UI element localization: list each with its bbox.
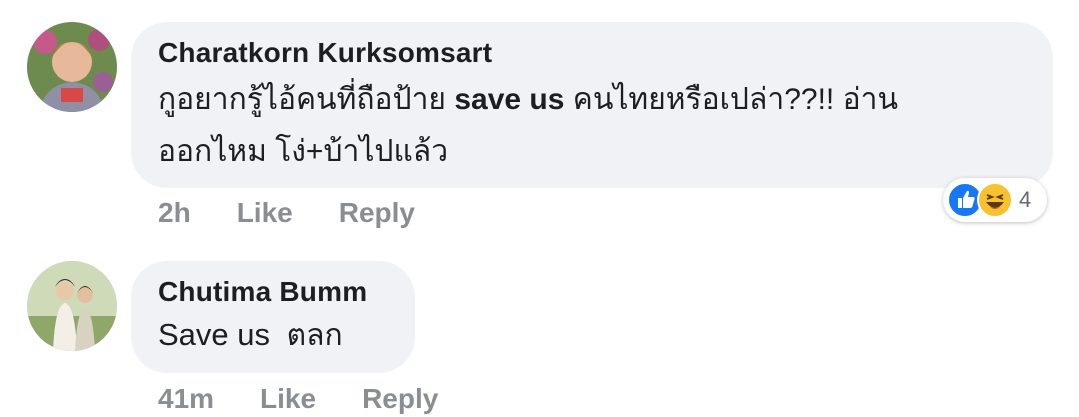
comment-bubble: Charatkorn Kurksomsart กูอยากรู้ไอ้คนที่… [131,22,1053,188]
haha-icon [977,182,1013,218]
comment-time[interactable]: 41m [158,383,214,415]
comment-text-part: Save us [158,317,271,352]
comment-text: กูอยากรู้ไอ้คนที่ถือป้าย save us คนไทยหร… [158,74,1027,178]
author-name[interactable]: Chutima Bumm [158,275,389,309]
like-button[interactable]: Like [260,383,316,415]
author-name[interactable]: Charatkorn Kurksomsart [158,36,1027,70]
comment-text-part: กูอยากรู้ไอ้คนที่ถือป้าย [158,83,455,116]
comment-actions: 2h Like Reply [158,195,415,231]
comment-actions: 41m Like Reply [158,381,438,417]
like-button[interactable]: Like [237,197,293,229]
comment-text-part: ตลก [270,319,343,352]
reaction-summary[interactable]: 4 [943,178,1047,222]
avatar[interactable] [27,261,117,351]
reaction-count: 4 [1019,187,1032,212]
reply-button[interactable]: Reply [339,197,415,229]
comment-text-bold: save us [454,83,565,116]
comment-text: Save us ตลก [158,313,389,358]
comment-time[interactable]: 2h [158,197,191,229]
comment-text-part: ออกไหม โง่+บ้าไปแล้ว [158,135,449,168]
avatar[interactable] [27,22,117,112]
comment-text-part: คนไทยหรือเปล่า??!! อ่าน [564,83,898,116]
comment-bubble: Chutima Bumm Save us ตลก [131,261,415,373]
reply-button[interactable]: Reply [362,383,438,415]
